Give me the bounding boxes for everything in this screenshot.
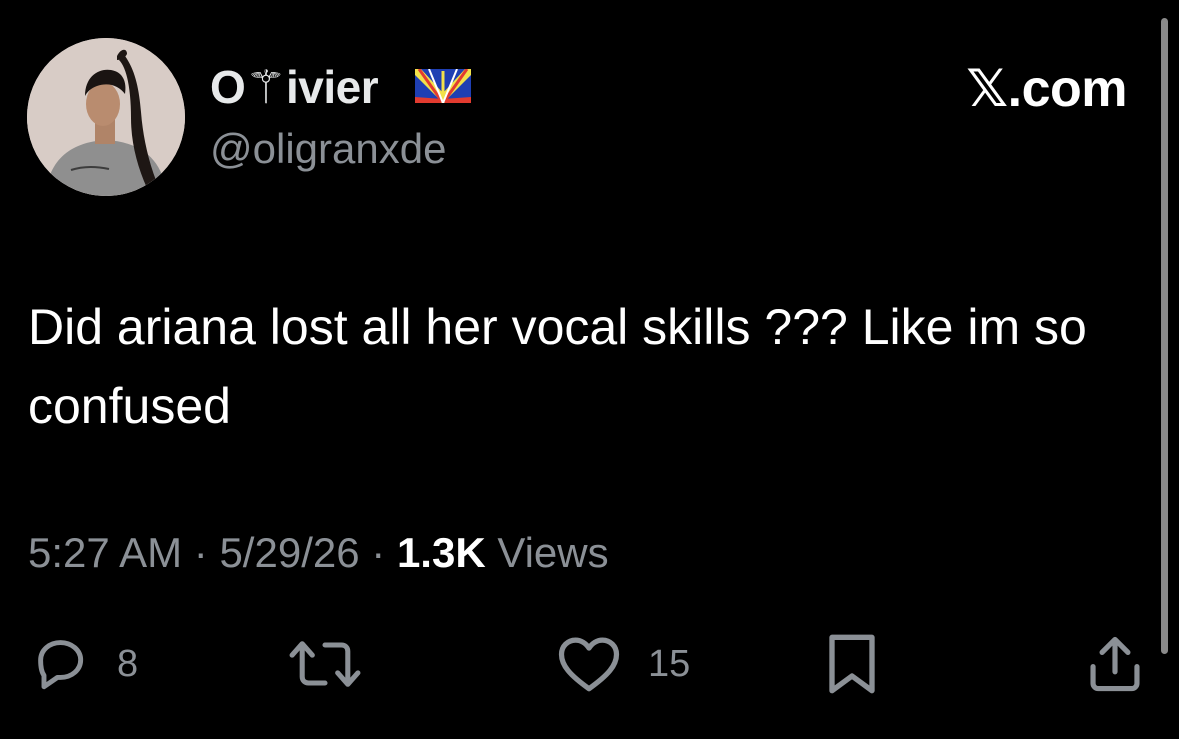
- scrollbar[interactable]: [1161, 18, 1168, 654]
- like-count: 15: [648, 643, 691, 685]
- like-button[interactable]: 15: [556, 632, 690, 696]
- reply-count: 8: [117, 643, 139, 685]
- heart-icon: [558, 637, 620, 692]
- reply-icon: [38, 640, 84, 690]
- tweet-card: O⚚ivier @oligranxde 𝕏.com Did ariana los…: [0, 0, 1179, 739]
- action-bar: 8 15: [0, 0, 1179, 739]
- bookmark-icon: [829, 634, 875, 694]
- reply-button[interactable]: 8: [29, 632, 138, 696]
- bookmark-button[interactable]: [822, 632, 882, 696]
- share-button[interactable]: [1084, 632, 1146, 696]
- share-icon: [1090, 636, 1140, 692]
- retweet-button[interactable]: [287, 632, 363, 696]
- retweet-icon: [289, 641, 361, 687]
